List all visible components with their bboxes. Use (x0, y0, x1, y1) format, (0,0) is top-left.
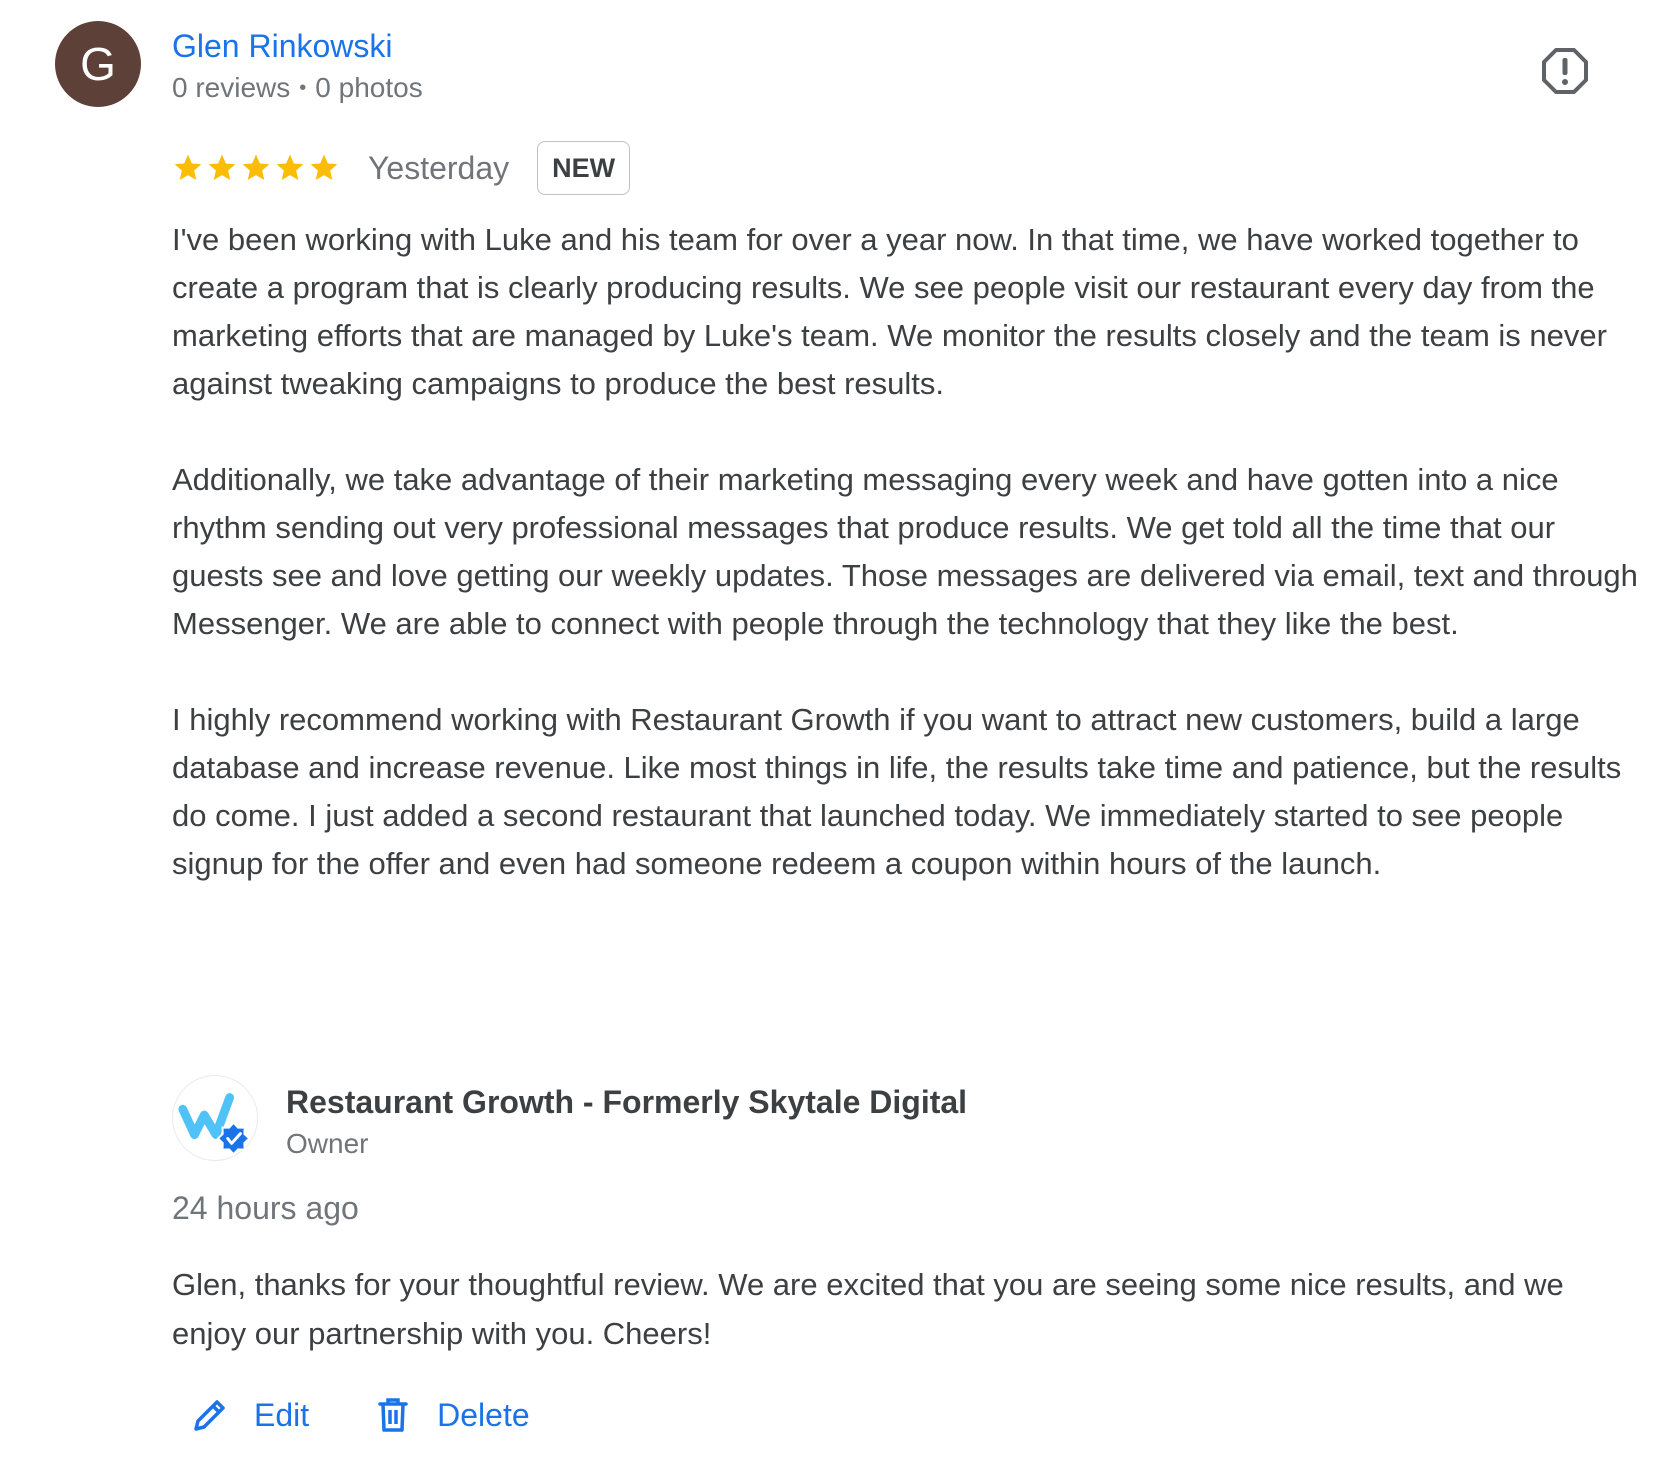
star-icon (174, 154, 202, 180)
edit-label: Edit (254, 1396, 310, 1433)
pencil-icon (194, 1400, 225, 1431)
reviewer-meta: 0 reviews • 0 photos (172, 68, 423, 108)
reviewer-name[interactable]: Glen Rinkowski (172, 24, 393, 68)
reply-time: 24 hours ago (172, 1190, 359, 1226)
reviews-count: 0 reviews (172, 72, 291, 103)
review-text: I've been working with Luke and his team… (172, 216, 1642, 936)
verified-badge-icon (216, 1121, 251, 1156)
reply-text: Glen, thanks for your thoughtful review.… (172, 1267, 1564, 1351)
owner-name[interactable]: Restaurant Growth - Formerly Skytale Dig… (286, 1080, 967, 1124)
review-paragraph: Additionally, we take advantage of their… (172, 462, 1638, 641)
reply-actions: Edit Delete (190, 1395, 530, 1435)
new-badge: NEW (537, 141, 631, 195)
owner-logo[interactable] (172, 1075, 258, 1161)
reviewer-avatar[interactable]: G (55, 21, 141, 107)
star-rating (172, 152, 340, 184)
star-icon (310, 154, 338, 180)
star-icon (242, 154, 270, 180)
review-date: Yesterday (368, 149, 510, 186)
trash-icon (378, 1398, 408, 1432)
avatar-letter: G (80, 38, 116, 90)
photos-count: 0 photos (315, 72, 423, 103)
star-icon (208, 154, 236, 180)
review-paragraph: I've been working with Luke and his team… (172, 222, 1607, 401)
star-icon (276, 154, 304, 180)
meta-separator: • (299, 77, 307, 99)
owner-role: Owner (286, 1128, 369, 1159)
delete-label: Delete (437, 1396, 530, 1433)
review-paragraph: I highly recommend working with Restaura… (172, 702, 1622, 881)
delete-button[interactable]: Delete (373, 1395, 530, 1435)
report-flag-icon[interactable] (1540, 46, 1590, 96)
edit-button[interactable]: Edit (190, 1395, 309, 1435)
rating-row: Yesterday NEW (172, 140, 631, 196)
